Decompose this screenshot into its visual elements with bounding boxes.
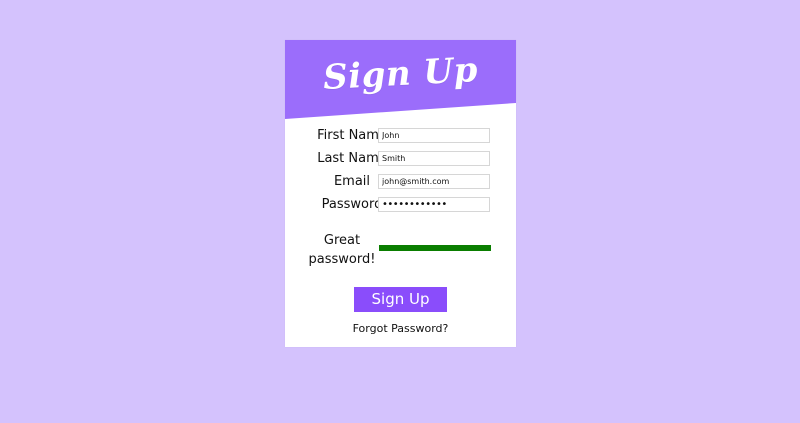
email-field[interactable]: [378, 174, 490, 189]
signup-card: Sign Up First Name Last Name Email Passw…: [285, 40, 516, 347]
first-name-row: First Name: [285, 127, 516, 145]
password-row: Password: [285, 196, 516, 214]
forgot-password-link[interactable]: Forgot Password?: [285, 322, 516, 335]
password-field[interactable]: [378, 197, 490, 212]
email-row: Email: [285, 173, 516, 191]
last-name-row: Last Name: [285, 150, 516, 168]
password-strength-fill: [379, 245, 491, 251]
first-name-field[interactable]: [378, 128, 490, 143]
card-header: Sign Up: [285, 40, 516, 120]
sign-up-button[interactable]: Sign Up: [354, 287, 447, 312]
last-name-field[interactable]: [378, 151, 490, 166]
password-strength-text: Great password!: [308, 233, 376, 267]
password-strength-meter: [379, 245, 491, 251]
